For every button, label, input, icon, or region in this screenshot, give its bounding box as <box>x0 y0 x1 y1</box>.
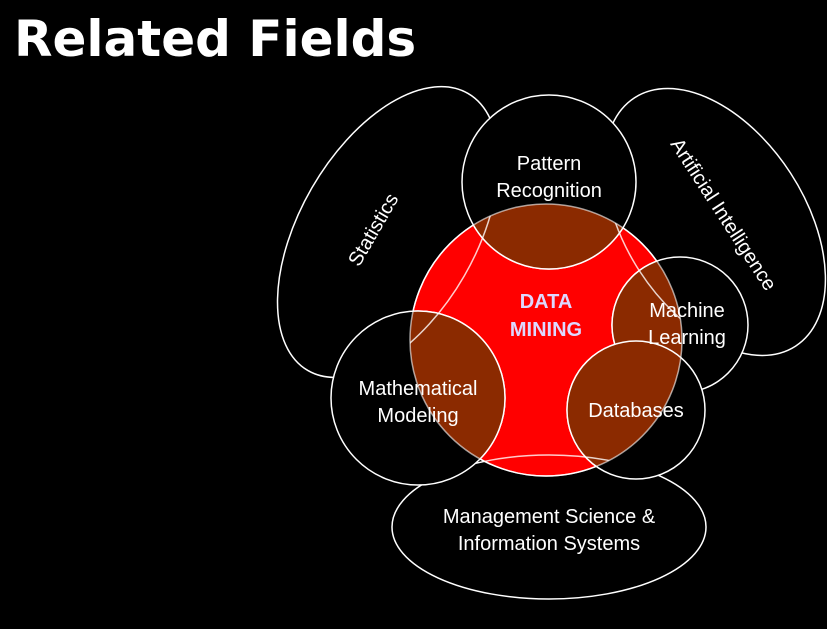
machine-learning-label-line1: Machine <box>649 300 725 322</box>
pattern-recognition-label-line2: Recognition <box>496 180 602 202</box>
data-mining-label-line2: MINING <box>510 319 582 341</box>
databases-label: Databases <box>588 400 684 422</box>
management-science-label-line2: Information Systems <box>458 533 640 555</box>
data-mining-label-line1: DATA <box>520 291 573 313</box>
slide: Related Fields DATA MINING Statistics Ar… <box>0 0 827 629</box>
related-fields-diagram: DATA MINING Statistics Artificial Intell… <box>276 85 827 600</box>
mathematical-modeling-label-line1: Mathematical <box>359 378 478 400</box>
mathematical-modeling-label-line2: Modeling <box>377 405 458 427</box>
pattern-recognition-label-line1: Pattern <box>517 153 581 175</box>
management-science-label-line1: Management Science & <box>443 506 656 528</box>
machine-learning-label-line2: Learning <box>648 327 726 349</box>
